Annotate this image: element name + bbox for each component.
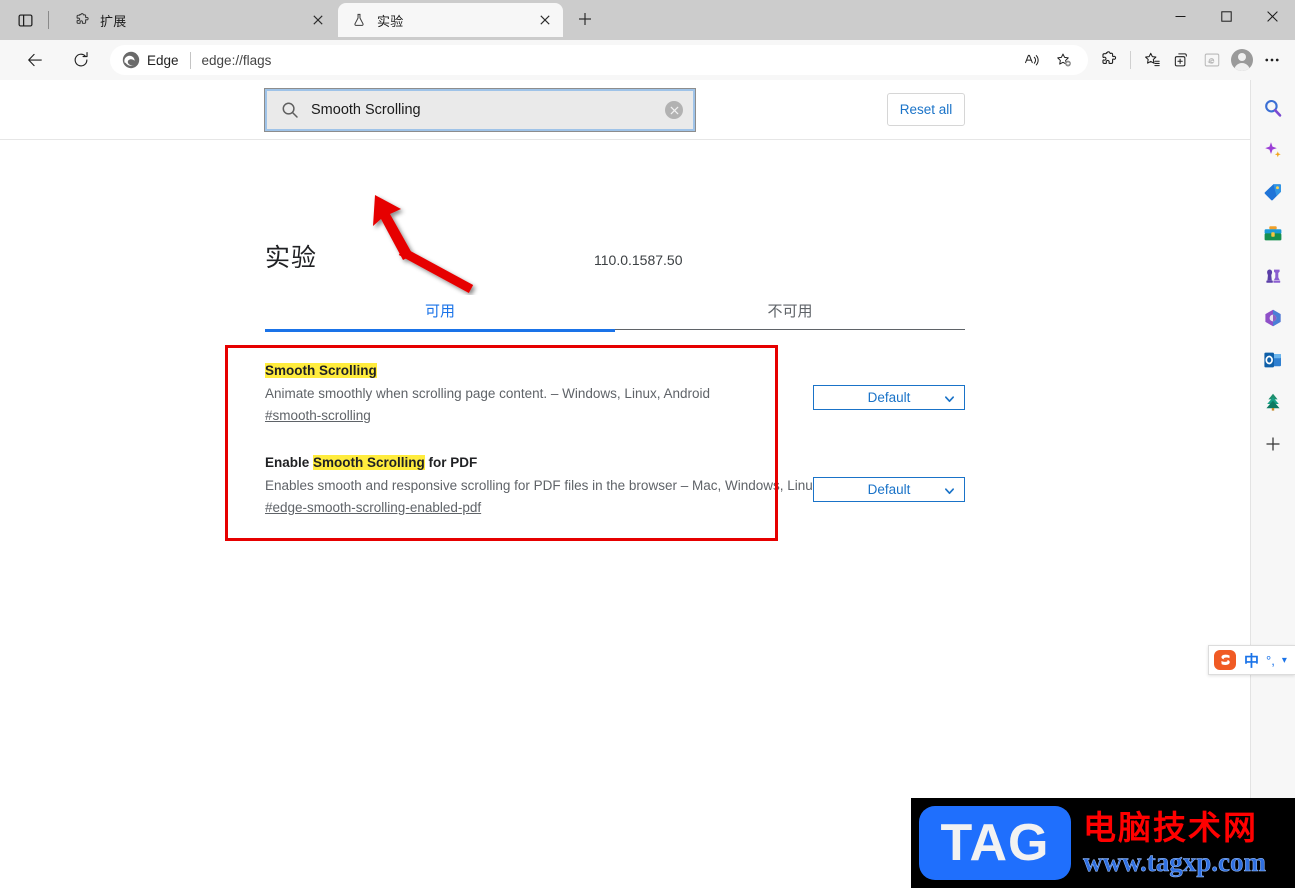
sidebar-item-games[interactable] (1257, 260, 1289, 292)
tab-title: 扩展 (100, 13, 127, 29)
ime-toolbar[interactable]: 中 °, ▾ (1208, 645, 1295, 675)
ime-mode-label[interactable]: 中 (1244, 650, 1259, 671)
reset-all-button[interactable]: Reset all (887, 93, 965, 126)
flask-icon (350, 11, 368, 29)
tab-close-icon[interactable] (535, 10, 555, 30)
tab-available[interactable]: 可用 (265, 290, 615, 332)
search-input[interactable]: Smooth Scrolling (264, 88, 696, 132)
ie-mode-icon[interactable] (1197, 45, 1227, 75)
search-icon (1265, 99, 1282, 117)
search-input-value: Smooth Scrolling (311, 102, 421, 118)
sidebar-item-tools[interactable] (1257, 218, 1289, 250)
reload-icon[interactable] (66, 45, 96, 75)
page-title: 实验 (265, 244, 318, 272)
back-arrow-icon[interactable] (20, 45, 50, 75)
add-sidebar-icon (1266, 437, 1280, 451)
sidebar-item-outlook[interactable] (1257, 344, 1289, 376)
more-options-icon[interactable] (1257, 45, 1287, 75)
flag-select-value: Default (867, 482, 911, 497)
tab-close-icon[interactable] (308, 10, 328, 30)
tab-extensions[interactable]: 扩展 (61, 3, 336, 37)
watermark: TAG 电脑技术网 www.tagxp.com (911, 798, 1295, 888)
tools-toolbox-icon (1264, 226, 1282, 241)
puzzle-piece-icon (73, 11, 91, 29)
games-chess-icon (1266, 269, 1281, 283)
chevron-down-icon (944, 392, 955, 403)
collections-icon[interactable] (1167, 45, 1197, 75)
sidebar-item-search[interactable] (1257, 92, 1289, 124)
close-icon[interactable] (1249, 0, 1295, 32)
toolbar-divider (1130, 51, 1131, 69)
clear-icon[interactable] (665, 101, 683, 119)
flag-entry-smooth-scrolling-pdf: Enable Smooth Scrolling for PDF Enables … (265, 454, 965, 546)
tab-strip: 扩展 实验 (0, 0, 599, 40)
flags-page: Smooth Scrolling Reset all 实验 110.0.1587… (0, 80, 1250, 888)
read-aloud-icon[interactable] (1016, 45, 1046, 75)
omnibox-actions (1016, 45, 1078, 75)
flag-select-value: Default (867, 390, 911, 405)
shopping-tag-icon (1264, 184, 1281, 201)
flags-header-bar: Smooth Scrolling Reset all (0, 80, 1250, 140)
watermark-tag-logo: TAG (919, 806, 1071, 880)
maximize-icon[interactable] (1203, 0, 1249, 32)
flag-title-suffix: for PDF (424, 455, 478, 470)
outlook-icon (1264, 352, 1281, 368)
window-controls (1157, 0, 1295, 32)
flag-title-prefix: Enable (265, 455, 314, 470)
title-bar: 扩展 实验 (0, 0, 1295, 40)
flags-list: Smooth Scrolling Animate smoothly when s… (265, 362, 965, 546)
favorites-icon[interactable] (1137, 45, 1167, 75)
office-icon (1265, 309, 1281, 327)
sidebar-item-add[interactable] (1257, 428, 1289, 460)
flag-select-smooth-scrolling-pdf[interactable]: Default (813, 477, 965, 502)
minimize-icon[interactable] (1157, 0, 1203, 32)
tabstrip-divider (48, 11, 49, 29)
sidebar-item-discover[interactable] (1257, 134, 1289, 166)
extensions-puzzle-icon[interactable] (1094, 45, 1124, 75)
watermark-text: 电脑技术网 www.tagxp.com (1083, 808, 1267, 878)
edge-sidebar (1250, 80, 1295, 888)
ime-chevron-icon[interactable]: ▾ (1282, 655, 1287, 666)
chevron-down-icon (944, 484, 955, 495)
tab-title: 实验 (377, 13, 404, 29)
search-icon (281, 101, 299, 119)
tab-experiments[interactable]: 实验 (338, 3, 563, 37)
discover-sparkle-icon (1265, 142, 1281, 158)
tree-icon (1266, 393, 1280, 411)
new-tab-button[interactable] (571, 5, 599, 33)
flag-permalink[interactable]: #smooth-scrolling (265, 408, 371, 423)
browser-toolbar: Edge edge://flags (0, 40, 1295, 80)
omnibox-separator (189, 51, 191, 69)
watermark-site-url: www.tagxp.com (1083, 846, 1267, 877)
version-label: 110.0.1587.50 (594, 252, 683, 268)
tab-unavailable[interactable]: 不可用 (615, 290, 965, 330)
sidebar-item-office[interactable] (1257, 302, 1289, 334)
profile-avatar-icon[interactable] (1227, 45, 1257, 75)
omnibox-url: edge://flags (201, 52, 272, 68)
flag-permalink[interactable]: #edge-smooth-scrolling-enabled-pdf (265, 500, 481, 515)
flags-tabs: 可用 不可用 (265, 290, 965, 332)
flag-title: Enable Smooth Scrolling for PDF (265, 454, 965, 472)
flag-title: Smooth Scrolling (265, 362, 965, 380)
watermark-site-name: 电脑技术网 (1083, 808, 1258, 846)
browser-window: 扩展 实验 Edge edge://flags Smooth Scrolling… (0, 0, 1295, 888)
flag-title-highlight: Smooth Scrolling (313, 455, 425, 470)
flag-entry-smooth-scrolling: Smooth Scrolling Animate smoothly when s… (265, 362, 965, 454)
omnibox-brand-label: Edge (147, 52, 179, 68)
address-bar[interactable]: Edge edge://flags (110, 45, 1088, 75)
ime-punctuation-toggle[interactable]: °, (1266, 653, 1275, 668)
avatar (1231, 49, 1253, 71)
edge-logo-icon (122, 51, 140, 69)
annotation-arrow (373, 195, 474, 293)
flag-select-smooth-scrolling[interactable]: Default (813, 385, 965, 410)
add-favorite-icon[interactable] (1048, 45, 1078, 75)
sidebar-item-shopping[interactable] (1257, 176, 1289, 208)
flag-title-highlight: Smooth Scrolling (265, 363, 377, 378)
sogou-logo-icon[interactable] (1213, 648, 1237, 672)
sidebar-item-tree[interactable] (1257, 386, 1289, 418)
tab-search-icon[interactable] (12, 7, 38, 33)
